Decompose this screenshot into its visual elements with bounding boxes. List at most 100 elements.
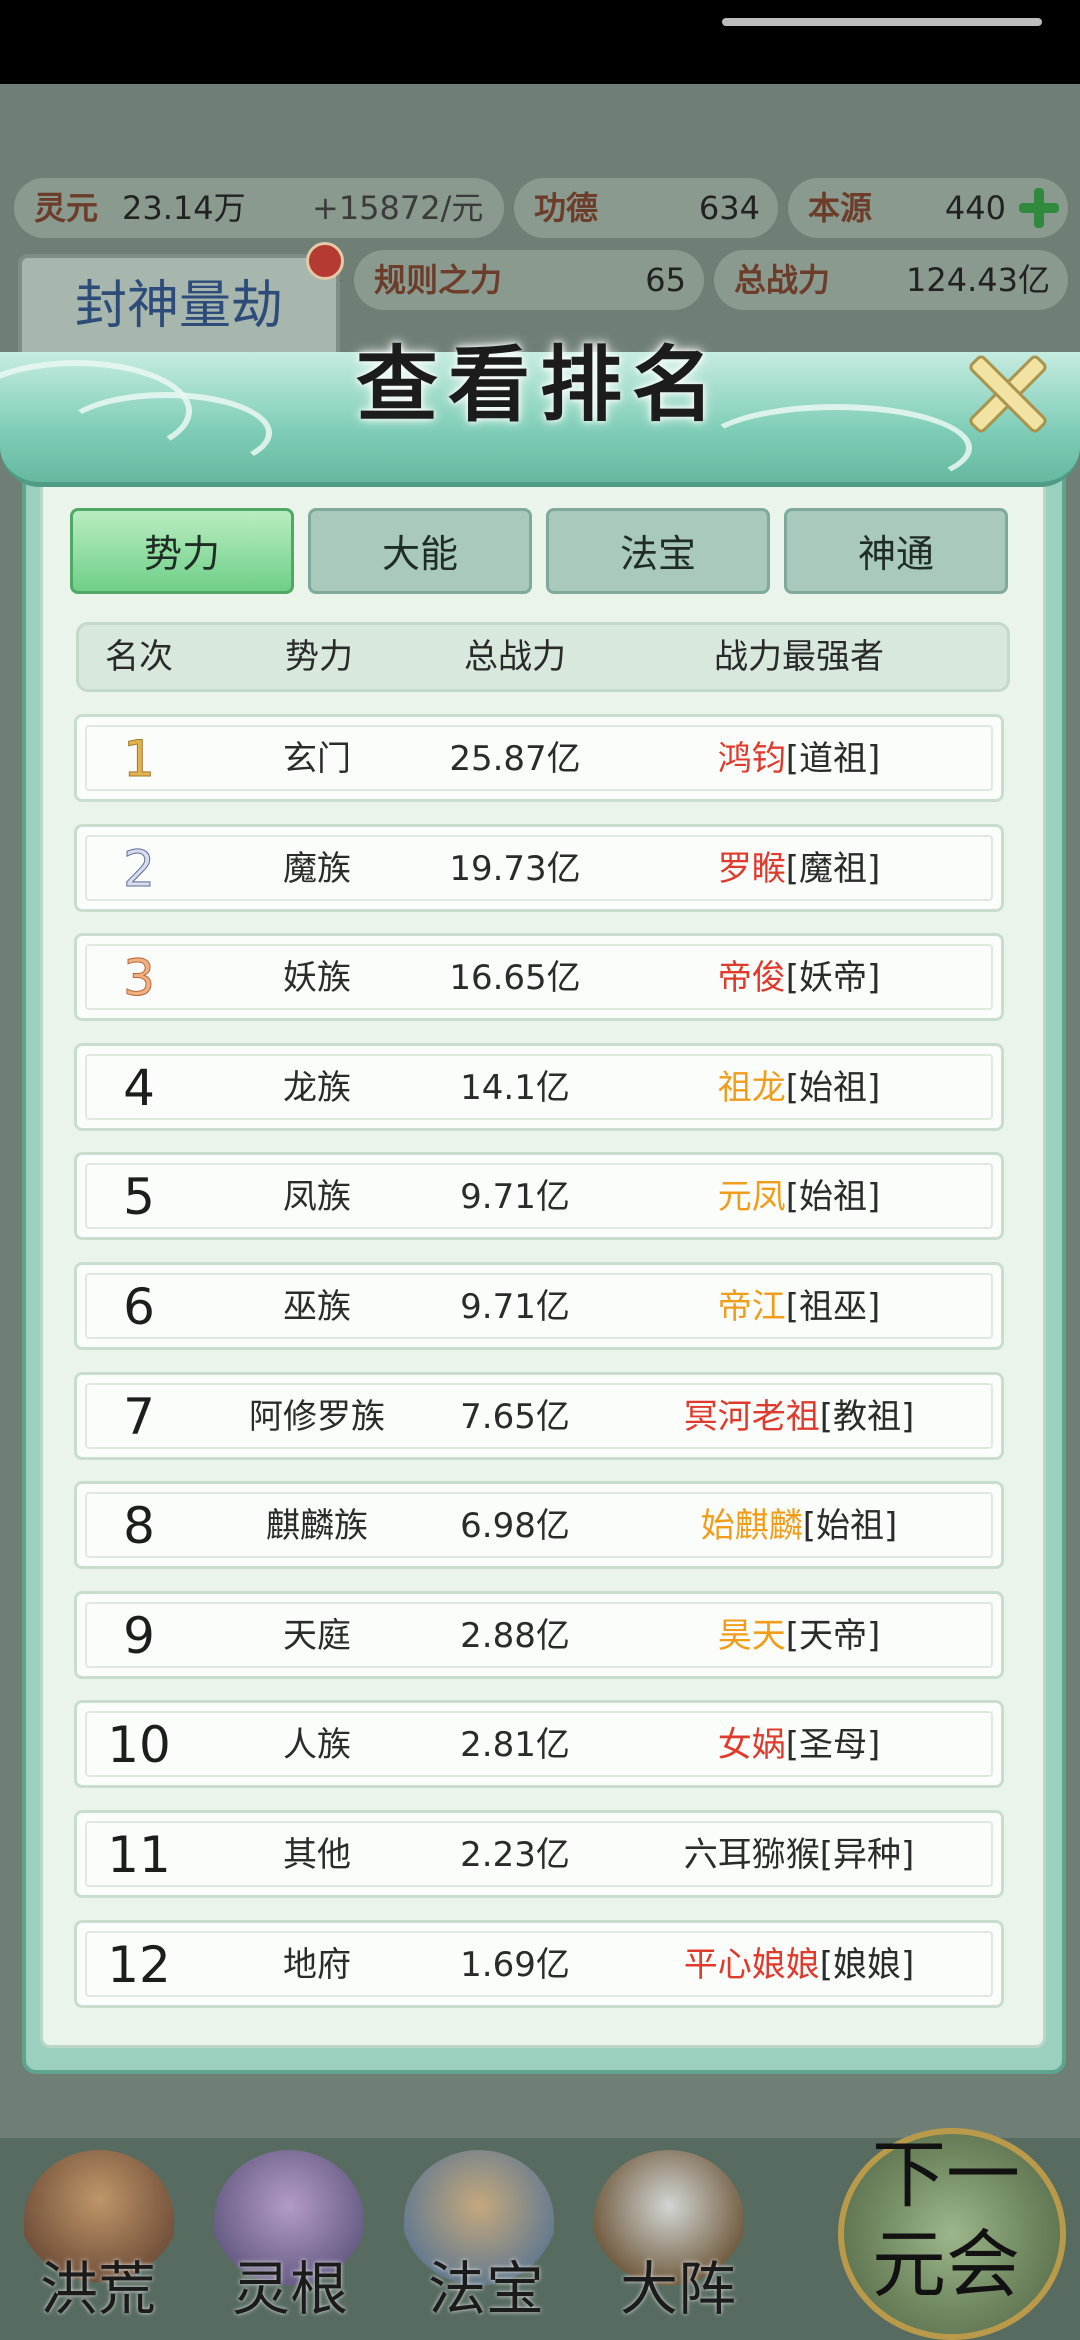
strongest-name: 帝俊	[717, 958, 786, 999]
tab-skill[interactable]: 神通	[784, 508, 1008, 594]
total-power: 9.71亿	[460, 1177, 570, 1218]
guize-value: 65	[645, 261, 686, 299]
faction-name: 妖族	[283, 958, 351, 999]
faction-name: 地府	[283, 1944, 351, 1985]
table-row[interactable]: 11 其他 2.23亿 六耳猕猴[异种]	[74, 1810, 1004, 1898]
rank-number: 3	[123, 949, 156, 1008]
strongest-title: [教祖]	[819, 1396, 915, 1437]
rank-number: 5	[123, 1168, 155, 1227]
gongde-value: 634	[698, 189, 760, 227]
faction-name: 巫族	[283, 1287, 351, 1327]
strongest-member: 女娲[圣母]	[718, 1703, 881, 1787]
strongest-title: [异种]	[819, 1835, 915, 1875]
close-icon[interactable]	[960, 346, 1050, 436]
strongest-name: 冥河老祖	[683, 1396, 820, 1437]
faction-name: 魔族	[283, 848, 351, 889]
lingyuan-value: 23.14万	[122, 189, 246, 227]
strongest-member: 祖龙[始祖]	[718, 1046, 881, 1130]
rank-number: 9	[123, 1606, 155, 1665]
strongest-name: 元凤	[717, 1177, 786, 1218]
strongest-member: 罗睺[魔祖]	[718, 827, 881, 911]
rank-number: 12	[107, 1935, 171, 1994]
table-row[interactable]: 8 麒麟族 6.98亿 始麒麟[始祖]	[74, 1481, 1004, 1570]
table-row[interactable]: 9 天庭 2.88亿 昊天[天帝]	[74, 1590, 1004, 1679]
table-row[interactable]: 6 巫族 9.71亿 帝江[祖巫]	[74, 1262, 1004, 1350]
faction-name: 其他	[283, 1835, 351, 1875]
tab-master[interactable]: 大能	[308, 508, 532, 594]
total-power: 9.71亿	[460, 1287, 570, 1327]
gongde-label: 功德	[534, 189, 599, 227]
zongzhanli-value: 124.43亿	[906, 261, 1050, 299]
guize-label: 规则之力	[374, 261, 503, 299]
strongest-title: [祖巫]	[785, 1287, 881, 1327]
zongzhanli-stat: 总战力 124.43亿	[714, 250, 1068, 310]
strongest-name: 祖龙	[717, 1067, 786, 1108]
strongest-name: 始麒麟	[700, 1506, 803, 1547]
faction-name: 玄门	[283, 739, 351, 779]
total-power: 2.23亿	[460, 1835, 570, 1875]
total-power: 19.73亿	[449, 848, 581, 889]
table-row[interactable]: 1 玄门 25.87亿 鸿钧[道祖]	[74, 714, 1004, 802]
col-rank: 名次	[105, 637, 173, 677]
rank-number: 8	[123, 1497, 155, 1556]
total-power: 1.69亿	[460, 1944, 570, 1985]
nav-fabao[interactable]: 法宝	[428, 2242, 544, 2326]
add-icon[interactable]	[1014, 184, 1062, 232]
nav-dazhen[interactable]: 大阵	[620, 2242, 736, 2326]
benyuan-stat[interactable]: 本源 440	[788, 178, 1068, 238]
total-power: 2.88亿	[460, 1615, 570, 1656]
strongest-member: 帝江[祖巫]	[718, 1265, 881, 1349]
table-header: 名次 势力 总战力 战力最强者	[76, 622, 1010, 692]
rank-number: 11	[107, 1826, 171, 1884]
tab-treasure[interactable]: 法宝	[546, 508, 770, 594]
total-power: 2.81亿	[460, 1725, 570, 1766]
dialog-title: 查看排名	[355, 337, 724, 433]
total-power: 16.65亿	[449, 958, 581, 999]
table-row[interactable]: 3 妖族 16.65亿 帝俊[妖帝]	[74, 933, 1004, 1022]
table-row[interactable]: 12 地府 1.69亿 平心娘娘[娘娘]	[74, 1919, 1004, 2008]
strongest-name: 昊天	[717, 1615, 786, 1656]
lingyuan-label: 灵元	[34, 189, 99, 227]
strongest-member: 六耳猕猴[异种]	[684, 1813, 915, 1897]
strongest-member: 始麒麟[始祖]	[701, 1484, 898, 1568]
nav-honghuang[interactable]: 洪荒	[40, 2242, 156, 2326]
table-row[interactable]: 7 阿修罗族 7.65亿 冥河老祖[教祖]	[74, 1371, 1004, 1460]
total-power: 7.65亿	[460, 1396, 570, 1437]
rank-number: 1	[123, 730, 156, 789]
table-row[interactable]: 2 魔族 19.73亿 罗睺[魔祖]	[74, 823, 1004, 912]
faction-name: 人族	[283, 1725, 351, 1766]
strongest-member: 昊天[天帝]	[718, 1594, 881, 1678]
faction-name: 麒麟族	[266, 1506, 368, 1547]
strongest-name: 鸿钧	[717, 739, 786, 779]
strongest-member: 冥河老祖[教祖]	[684, 1375, 915, 1459]
strongest-member: 元凤[始祖]	[718, 1155, 881, 1239]
strongest-title: [圣母]	[785, 1725, 881, 1766]
strongest-name: 平心娘娘	[683, 1944, 820, 1985]
col-faction: 势力	[285, 637, 353, 677]
strongest-title: [始祖]	[785, 1067, 881, 1108]
strongest-title: [始祖]	[802, 1506, 898, 1547]
strongest-title: [始祖]	[785, 1177, 881, 1218]
total-power: 6.98亿	[460, 1506, 570, 1547]
col-power: 总战力	[464, 637, 566, 677]
table-row[interactable]: 5 凤族 9.71亿 元凤[始祖]	[74, 1152, 1004, 1241]
faction-name: 阿修罗族	[249, 1396, 385, 1437]
rank-number: 10	[107, 1716, 171, 1775]
lingyuan-stat: 灵元 23.14万 +15872/元会	[14, 178, 504, 287]
rank-number: 2	[123, 839, 156, 898]
strongest-title: [道祖]	[785, 739, 881, 779]
nav-linggen[interactable]: 灵根	[232, 2242, 348, 2326]
tab-faction[interactable]: 势力	[70, 508, 294, 594]
strongest-title: [娘娘]	[819, 1944, 915, 1985]
col-strongest: 战力最强者	[714, 637, 884, 677]
home-indicator	[722, 18, 1042, 26]
status-bar	[0, 0, 1080, 84]
next-era-label: 下一元会	[872, 2132, 1020, 2308]
faction-name: 天庭	[283, 1615, 351, 1656]
total-power: 25.87亿	[449, 739, 581, 779]
table-row[interactable]: 4 龙族 14.1亿 祖龙[始祖]	[74, 1042, 1004, 1131]
strongest-name: 帝江	[717, 1287, 786, 1327]
table-row[interactable]: 10 人族 2.81亿 女娲[圣母]	[74, 1700, 1004, 1789]
zongzhanli-label: 总战力	[734, 261, 831, 299]
strongest-name: 女娲	[717, 1725, 786, 1766]
